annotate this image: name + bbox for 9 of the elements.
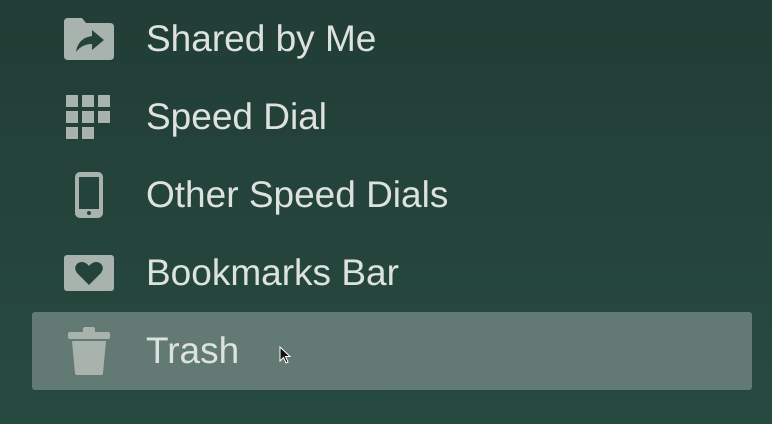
mouse-cursor-icon	[279, 346, 291, 364]
trash-icon	[67, 327, 111, 375]
phone-icon	[74, 171, 104, 219]
sidebar-item[interactable]: Speed Dial	[32, 78, 752, 156]
sidebar-item[interactable]: Other Speed Dials	[32, 156, 752, 234]
sidebar-item[interactable]: Shared by Me	[32, 0, 752, 78]
folder-arrow-icon	[64, 18, 114, 60]
sidebar-item[interactable]: Bookmarks Bar	[32, 234, 752, 312]
sidebar-item[interactable]: Trash	[32, 312, 752, 390]
